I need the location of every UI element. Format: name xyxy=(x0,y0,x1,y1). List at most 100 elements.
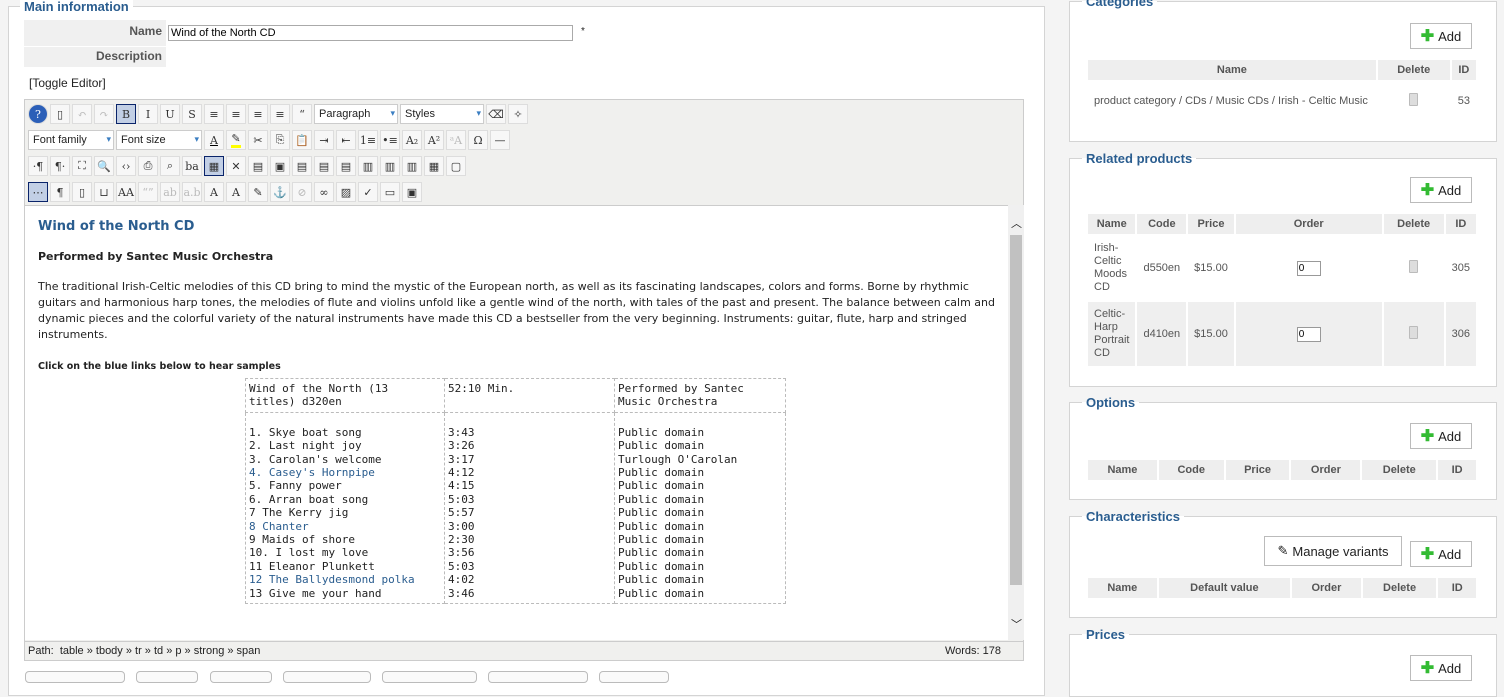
trash-icon[interactable] xyxy=(1409,326,1419,339)
element-path[interactable]: table » tbody » tr » td » p » strong » s… xyxy=(60,645,261,657)
manage-variants-button[interactable]: ✎ Manage variants xyxy=(1264,536,1402,566)
add-category-button[interactable]: ✚ Add xyxy=(1410,23,1472,49)
media-icon[interactable]: ▣ xyxy=(402,182,422,202)
add-characteristic-button[interactable]: ✚ Add xyxy=(1410,541,1472,567)
blockquote-icon[interactable]: “ xyxy=(292,104,312,124)
special-char-icon[interactable]: Ω xyxy=(468,130,488,150)
bottom-button[interactable] xyxy=(283,671,371,683)
add-option-button[interactable]: ✚ Add xyxy=(1410,423,1472,449)
track-title[interactable]: 8 Chanter xyxy=(249,520,441,533)
ltr-icon[interactable]: ·¶ xyxy=(28,156,48,176)
indent-icon[interactable]: ⇥ xyxy=(314,130,334,150)
cell-props-icon[interactable]: ▣ xyxy=(270,156,290,176)
fullscreen-icon[interactable]: ⛶ xyxy=(72,156,92,176)
track-title[interactable]: 12 The Ballydesmond polka xyxy=(249,573,441,586)
table-icon[interactable]: ▦ xyxy=(204,156,224,176)
cite-icon[interactable]: “” xyxy=(138,182,158,202)
trash-icon[interactable] xyxy=(1409,260,1419,273)
row-props-icon[interactable]: ▤ xyxy=(248,156,268,176)
underline-icon[interactable]: U xyxy=(160,104,180,124)
insertion-icon[interactable]: A xyxy=(226,182,246,202)
redo-icon[interactable]: ↷ xyxy=(94,104,114,124)
add-price-button[interactable]: ✚ Add xyxy=(1410,655,1472,681)
bottom-button[interactable] xyxy=(25,671,125,683)
horizontal-rule-icon[interactable]: — xyxy=(490,130,510,150)
show-blocks-icon[interactable]: ¶ xyxy=(50,182,70,202)
delete-row-icon[interactable]: ▤ xyxy=(336,156,356,176)
new-document-icon[interactable]: ▯ xyxy=(50,104,70,124)
split-cells-icon[interactable]: ▦ xyxy=(424,156,444,176)
html-source-icon[interactable]: ‹› xyxy=(116,156,136,176)
preview-icon[interactable]: 🔍 xyxy=(94,156,114,176)
font-size-select[interactable]: Font size xyxy=(116,130,202,150)
merge-cells-icon[interactable]: ▢ xyxy=(446,156,466,176)
align-left-icon[interactable]: ≡ xyxy=(248,104,268,124)
image-icon[interactable]: ▨ xyxy=(336,182,356,202)
copy-icon[interactable]: ⎘ xyxy=(270,130,290,150)
anchor-icon[interactable]: ⚓ xyxy=(270,182,290,202)
insert-col-before-icon[interactable]: ▥ xyxy=(358,156,378,176)
bottom-button[interactable] xyxy=(382,671,477,683)
bottom-button[interactable] xyxy=(599,671,669,683)
cut-icon[interactable]: ✂ xyxy=(248,130,268,150)
editor-scrollbar[interactable]: ︿ ﹀ xyxy=(1008,205,1024,640)
insert-row-after-icon[interactable]: ▤ xyxy=(314,156,334,176)
unlink-icon[interactable]: ⊘ xyxy=(292,182,312,202)
italic-icon[interactable]: I xyxy=(138,104,158,124)
text-color-icon[interactable]: A xyxy=(204,130,224,150)
bold-icon[interactable]: B xyxy=(116,104,136,124)
find-icon[interactable]: ⌕ xyxy=(160,156,180,176)
highlight-color-icon[interactable]: ✎ xyxy=(226,130,246,150)
related-product-name[interactable]: Irish-Celtic Moods CD xyxy=(1088,236,1135,300)
justify-full-icon[interactable]: ≡ xyxy=(204,104,224,124)
trash-icon[interactable] xyxy=(1409,93,1419,106)
pagebreak-icon[interactable]: ⊔ xyxy=(94,182,114,202)
visual-aid-icon[interactable]: ⋯ xyxy=(28,182,48,202)
styles-icon[interactable]: AA xyxy=(116,182,136,202)
add-related-button[interactable]: ✚ Add xyxy=(1410,177,1472,203)
broom-cleanup-icon[interactable]: ✧ xyxy=(508,104,528,124)
styles-select[interactable]: Styles xyxy=(400,104,484,124)
link-icon[interactable]: ∞ xyxy=(314,182,334,202)
attributes-icon[interactable]: ✎ xyxy=(248,182,268,202)
template-icon[interactable]: ▯ xyxy=(72,182,92,202)
align-right-icon[interactable]: ≡ xyxy=(270,104,290,124)
insert-col-after-icon[interactable]: ▥ xyxy=(380,156,400,176)
align-center-icon[interactable]: ≡ xyxy=(226,104,246,124)
undo-icon[interactable]: ↶ xyxy=(72,104,92,124)
deletion-icon[interactable]: A xyxy=(204,182,224,202)
name-input[interactable] xyxy=(168,25,573,41)
text-direction-icon[interactable]: ᵃA xyxy=(446,130,466,150)
strikethrough-icon[interactable]: S xyxy=(182,104,202,124)
delete-col-icon[interactable]: ▥ xyxy=(402,156,422,176)
replace-icon[interactable]: ba xyxy=(182,156,202,176)
delete-table-icon[interactable]: ✕ xyxy=(226,156,246,176)
order-input[interactable] xyxy=(1296,326,1321,342)
abbr-icon[interactable]: ab xyxy=(160,182,180,202)
category-path[interactable]: product category / CDs / Music CDs / Iri… xyxy=(1088,82,1376,120)
layer-icon[interactable]: ▭ xyxy=(380,182,400,202)
bottom-button[interactable] xyxy=(210,671,272,683)
help-icon[interactable]: ? xyxy=(28,104,48,124)
editor-content[interactable]: Wind of the North CD Performed by Santec… xyxy=(25,205,1008,640)
outdent-icon[interactable]: ⇤ xyxy=(336,130,356,150)
bullet-list-icon[interactable]: •≡ xyxy=(380,130,400,150)
related-product-name[interactable]: Celtic-Harp Portrait CD xyxy=(1088,302,1136,366)
superscript-icon[interactable]: A² xyxy=(424,130,444,150)
bottom-button[interactable] xyxy=(488,671,588,683)
order-input[interactable] xyxy=(1296,260,1321,276)
acronym-icon[interactable]: a.b xyxy=(182,182,202,202)
bottom-button[interactable] xyxy=(136,671,198,683)
toggle-editor-link[interactable]: [Toggle Editor] xyxy=(29,76,106,90)
rtl-icon[interactable]: ¶· xyxy=(50,156,70,176)
insert-row-before-icon[interactable]: ▤ xyxy=(292,156,312,176)
font-family-select[interactable]: Font family xyxy=(28,130,114,150)
spellcheck-icon[interactable]: ✓ xyxy=(358,182,378,202)
numbered-list-icon[interactable]: 1≡ xyxy=(358,130,378,150)
track-title[interactable]: 4. Casey's Hornpipe xyxy=(249,466,441,479)
eraser-icon[interactable]: ⌫ xyxy=(486,104,506,124)
subscript-icon[interactable]: A₂ xyxy=(402,130,422,150)
format-select[interactable]: Paragraph xyxy=(314,104,398,124)
paste-icon[interactable]: 📋 xyxy=(292,130,312,150)
print-icon[interactable]: ⎙ xyxy=(138,156,158,176)
